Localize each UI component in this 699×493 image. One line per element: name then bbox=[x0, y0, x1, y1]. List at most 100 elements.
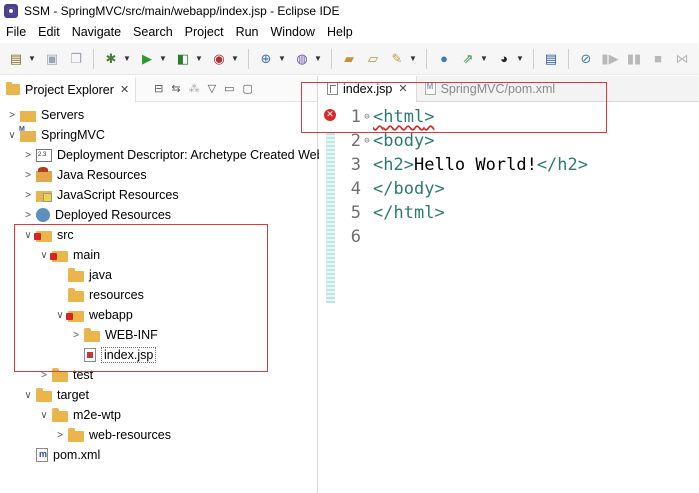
line-number: 3 bbox=[350, 155, 361, 175]
chevron-down-icon[interactable]: ▼ bbox=[231, 54, 239, 63]
menu-help[interactable]: Help bbox=[321, 22, 359, 42]
chevron-right-icon[interactable]: > bbox=[22, 190, 34, 201]
suspend-icon[interactable]: ▮▮ bbox=[625, 50, 643, 68]
open-task-icon[interactable]: ▱ bbox=[364, 50, 382, 68]
tree-item-label: Servers bbox=[41, 108, 85, 122]
tab-project-explorer[interactable]: Project Explorer ✕ bbox=[0, 75, 137, 102]
menu-search[interactable]: Search bbox=[127, 22, 179, 42]
folder-icon bbox=[52, 407, 68, 422]
web-browser-icon[interactable]: ● bbox=[435, 50, 453, 68]
tag-end: </h2> bbox=[536, 155, 588, 175]
tag-open: < bbox=[373, 155, 384, 175]
folder-icon bbox=[6, 82, 20, 95]
tree-item-springmvc[interactable]: ∨ SpringMVC bbox=[6, 125, 105, 145]
menu-edit[interactable]: Edit bbox=[32, 22, 66, 42]
chevron-down-icon[interactable]: ▼ bbox=[28, 54, 36, 63]
pom-file-icon bbox=[36, 448, 48, 462]
code-line: 3 < h2 > Hello World! </h2> bbox=[339, 153, 588, 177]
tag-close: > bbox=[424, 131, 435, 151]
tag-close: > bbox=[434, 179, 445, 199]
menu-window[interactable]: Window bbox=[265, 22, 321, 42]
filter-icon[interactable]: ⁂ bbox=[189, 82, 200, 95]
tree-item-label: web-resources bbox=[89, 428, 171, 442]
disconnect-icon[interactable]: ⋈ bbox=[673, 50, 691, 68]
terminate-icon[interactable]: ■ bbox=[649, 50, 667, 68]
folder-icon bbox=[36, 387, 52, 402]
run-icon[interactable]: ▶ bbox=[138, 50, 156, 68]
tag-name: body bbox=[383, 131, 425, 151]
tab-label: Project Explorer bbox=[25, 82, 114, 97]
save-icon[interactable]: ▣ bbox=[43, 50, 61, 68]
external-tools-icon[interactable]: ◉ bbox=[210, 50, 228, 68]
tree-item-java-resources[interactable]: > Java Resources bbox=[22, 165, 147, 185]
menu-file[interactable]: File bbox=[0, 22, 32, 42]
menu-navigate[interactable]: Navigate bbox=[66, 22, 127, 42]
view-menu-icon[interactable]: ▽ bbox=[208, 82, 216, 95]
chevron-right-icon[interactable]: > bbox=[22, 210, 34, 221]
menu-run[interactable]: Run bbox=[230, 22, 265, 42]
chevron-down-icon[interactable]: ▼ bbox=[516, 54, 524, 63]
tree-item-deployed-resources[interactable]: > Deployed Resources bbox=[22, 205, 171, 225]
menu-project[interactable]: Project bbox=[179, 22, 230, 42]
view-menu-icon[interactable]: ◕ bbox=[495, 50, 513, 68]
line-number: 6 bbox=[350, 227, 361, 247]
editor-pane: index.jsp ✕ SpringMVC/pom.xml ✕ 1 ⊖ <htm… bbox=[319, 75, 699, 493]
tag-name: body bbox=[393, 179, 435, 199]
line-number: 2 bbox=[350, 131, 361, 151]
search-icon[interactable]: ✎ bbox=[388, 50, 406, 68]
new-class-icon[interactable]: ◍ bbox=[293, 50, 311, 68]
tree-item-label: SpringMVC bbox=[41, 128, 105, 142]
tree-item-m2e-wtp[interactable]: ∨ m2e-wtp bbox=[38, 405, 121, 425]
chevron-down-icon[interactable]: ∨ bbox=[6, 130, 18, 141]
explorer-view-toolbar: ⊟ ⇆ ⁂ ▽ ▭ ▢ bbox=[150, 82, 257, 95]
navigate-icon[interactable]: ⇗ bbox=[459, 50, 477, 68]
minimize-icon[interactable]: ▭ bbox=[224, 82, 234, 95]
element-text: Hello World! bbox=[413, 155, 537, 175]
javascript-resources-icon bbox=[36, 190, 52, 202]
new-server-icon[interactable]: ⊕ bbox=[257, 50, 275, 68]
line-number: 5 bbox=[350, 203, 361, 223]
chevron-down-icon[interactable]: ▼ bbox=[278, 54, 286, 63]
debug-icon[interactable]: ✱ bbox=[102, 50, 120, 68]
deployment-descriptor-icon bbox=[36, 148, 52, 162]
chevron-down-icon[interactable]: ▼ bbox=[314, 54, 322, 63]
console-icon[interactable]: ▤ bbox=[542, 50, 560, 68]
tree-item-javascript-resources[interactable]: > JavaScript Resources bbox=[22, 185, 179, 205]
tree-item-servers[interactable]: > Servers bbox=[6, 105, 84, 125]
coverage-icon[interactable]: ◧ bbox=[174, 50, 192, 68]
new-icon[interactable]: ▤ bbox=[7, 50, 25, 68]
chevron-right-icon[interactable]: > bbox=[22, 150, 34, 161]
tag-open: < bbox=[373, 131, 384, 151]
chevron-down-icon[interactable]: ▼ bbox=[409, 54, 417, 63]
chevron-down-icon[interactable]: ∨ bbox=[22, 390, 34, 401]
chevron-down-icon[interactable]: ▼ bbox=[159, 54, 167, 63]
chevron-right-icon[interactable]: > bbox=[22, 170, 34, 181]
chevron-down-icon[interactable]: ▼ bbox=[195, 54, 203, 63]
open-type-icon[interactable]: ▰ bbox=[340, 50, 358, 68]
chevron-down-icon[interactable]: ∨ bbox=[38, 410, 50, 421]
toolbar-separator bbox=[568, 48, 569, 69]
annotation-highlight-box bbox=[301, 82, 607, 133]
menu-bar: File Edit Navigate Search Project Run Wi… bbox=[0, 22, 699, 42]
link-with-editor-icon[interactable]: ⇆ bbox=[171, 82, 180, 95]
tree-item-label: target bbox=[57, 388, 89, 402]
toolbar-separator bbox=[533, 48, 534, 69]
tree-item-label: Deployed Resources bbox=[55, 208, 172, 222]
tree-item-target[interactable]: ∨ target bbox=[22, 385, 89, 405]
chevron-right-icon[interactable]: > bbox=[6, 110, 18, 121]
resume-icon[interactable]: ▮▶ bbox=[601, 50, 619, 68]
chevron-down-icon[interactable]: ▼ bbox=[480, 54, 488, 63]
close-icon[interactable]: ✕ bbox=[120, 83, 129, 96]
chevron-down-icon[interactable]: ▼ bbox=[123, 54, 131, 63]
toolbar-separator bbox=[93, 48, 94, 69]
tree-item-web-resources[interactable]: > web-resources bbox=[54, 425, 171, 445]
skip-breakpoints-icon[interactable]: ⊘ bbox=[577, 50, 595, 68]
maximize-icon[interactable]: ▢ bbox=[242, 82, 252, 95]
collapse-all-icon[interactable]: ⊟ bbox=[154, 82, 163, 95]
tree-item-pom-xml[interactable]: pom.xml bbox=[22, 445, 100, 465]
save-all-icon[interactable]: ❐ bbox=[67, 50, 85, 68]
fold-collapse-icon[interactable]: ⊖ bbox=[361, 136, 373, 146]
tag-close: > bbox=[434, 203, 445, 223]
chevron-right-icon[interactable]: > bbox=[54, 430, 66, 441]
code-line: 6 bbox=[339, 225, 373, 249]
